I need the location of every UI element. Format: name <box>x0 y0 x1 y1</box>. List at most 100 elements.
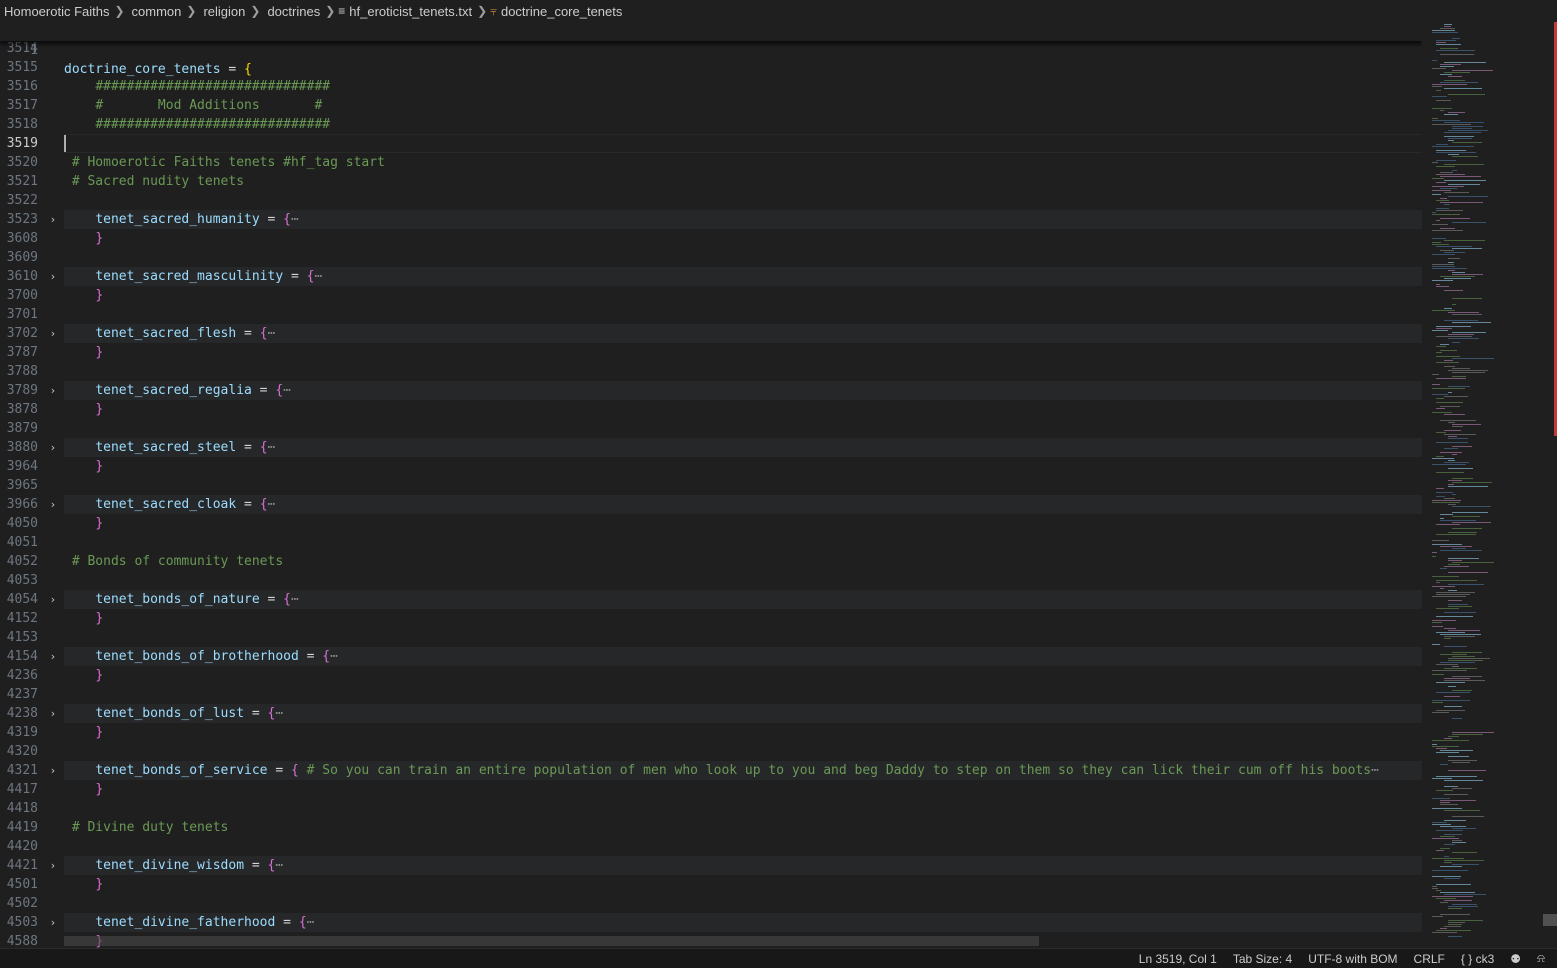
code-line[interactable]: 3521 # Sacred nudity tenets <box>0 172 1422 191</box>
code-line[interactable]: 3787 } <box>0 343 1422 362</box>
cursor-position[interactable]: Ln 3519, Col 1 <box>1131 952 1225 966</box>
code-line[interactable]: 4502 <box>0 894 1422 913</box>
encoding[interactable]: UTF-8 with BOM <box>1300 952 1405 966</box>
horizontal-scrollbar[interactable] <box>64 936 1039 946</box>
fold-chevron-icon[interactable]: › <box>46 704 60 723</box>
fold-chevron-icon[interactable]: › <box>46 324 60 343</box>
tab-size[interactable]: Tab Size: 4 <box>1225 952 1300 966</box>
folded-ellipsis[interactable]: ⋯ <box>307 915 315 930</box>
fold-chevron-icon[interactable]: › <box>46 267 60 286</box>
code-line[interactable]: 3788 <box>0 362 1422 381</box>
code-line[interactable]: 4152 } <box>0 609 1422 628</box>
folded-ellipsis[interactable]: ⋯ <box>275 706 283 721</box>
minimap-stroke <box>1444 638 1451 639</box>
minimap-stroke <box>1448 558 1479 559</box>
minimap-stroke <box>1444 894 1486 895</box>
code-line[interactable]: 4417 } <box>0 780 1422 799</box>
code-line[interactable]: 3608 } <box>0 229 1422 248</box>
folded-ellipsis[interactable]: ⋯ <box>275 858 283 873</box>
fold-chevron-icon[interactable]: › <box>46 913 60 932</box>
folded-ellipsis[interactable]: ⋯ <box>1371 763 1379 778</box>
breadcrumb-item-homoerotic-faiths[interactable]: Homoerotic Faiths <box>0 4 109 19</box>
code-line[interactable]: 4051 <box>0 533 1422 552</box>
minimap-stroke <box>1452 446 1472 447</box>
code-line[interactable]: 3966 › tenet_sacred_cloak = {⋯ <box>0 495 1422 514</box>
code-line[interactable]: 3516 ############################## <box>0 77 1422 96</box>
code-line[interactable]: 4237 <box>0 685 1422 704</box>
end-of-line[interactable]: CRLF <box>1406 952 1453 966</box>
code-line[interactable]: 3702 › tenet_sacred_flesh = {⋯ <box>0 324 1422 343</box>
code-line[interactable]: 4052 # Bonds of community tenets <box>0 552 1422 571</box>
code-line[interactable]: 4236 } <box>0 666 1422 685</box>
language-mode[interactable]: { } ck3 <box>1453 952 1502 966</box>
breadcrumb-item-common[interactable]: common <box>128 4 182 19</box>
code-line[interactable]: 4321 › tenet_bonds_of_service = { # So yo… <box>0 761 1422 780</box>
code-line[interactable]: 4418 <box>0 799 1422 818</box>
fold-chevron-icon[interactable]: › <box>46 381 60 400</box>
folded-ellipsis[interactable]: ⋯ <box>291 592 299 607</box>
code-line[interactable]: 3523 › tenet_sacred_humanity = {⋯ <box>0 210 1422 229</box>
breadcrumb: Homoerotic Faiths ❯ common ❯ religion ❯ … <box>0 0 1557 22</box>
code-line[interactable]: 3879 <box>0 419 1422 438</box>
code-line[interactable]: 4503 › tenet_divine_fatherhood = {⋯ <box>0 913 1422 932</box>
folded-ellipsis[interactable]: ⋯ <box>330 649 338 664</box>
code-line[interactable]: 4054 › tenet_bonds_of_nature = {⋯ <box>0 590 1422 609</box>
code-line[interactable]: 3517 # Mod Additions # <box>0 96 1422 115</box>
code-line[interactable]: 3700 } <box>0 286 1422 305</box>
minimap[interactable] <box>1422 22 1557 948</box>
fold-chevron-icon[interactable]: › <box>46 438 60 457</box>
bell-icon[interactable]: ⍾ <box>1529 951 1557 966</box>
breadcrumb-item-religion[interactable]: religion <box>199 4 245 19</box>
code-line[interactable]: 4420 <box>0 837 1422 856</box>
code-lines[interactable]: 3513 }351435153516 #####################… <box>0 22 1422 948</box>
open-brace: { <box>290 763 299 778</box>
minimap-stroke <box>1444 738 1452 739</box>
folded-ellipsis[interactable]: ⋯ <box>268 497 276 512</box>
code-line[interactable]: 3878 } <box>0 400 1422 419</box>
code-line[interactable]: 3522 <box>0 191 1422 210</box>
code-line[interactable]: 4421 › tenet_divine_wisdom = {⋯ <box>0 856 1422 875</box>
sticky-scroll-header[interactable]: 1 doctrine_core_tenets = { <box>0 22 1422 77</box>
minimap-stroke <box>1444 320 1478 321</box>
folded-ellipsis[interactable]: ⋯ <box>314 269 322 284</box>
fold-chevron-icon[interactable]: › <box>46 761 60 780</box>
fold-chevron-icon[interactable]: › <box>46 210 60 229</box>
breadcrumb-file[interactable]: hf_eroticist_tenets.txt <box>349 4 472 19</box>
code-editor[interactable]: 1 doctrine_core_tenets = { 3513 }3514351… <box>0 22 1422 948</box>
fold-chevron-icon[interactable]: › <box>46 590 60 609</box>
code-text: tenet_sacred_steel = {⋯ <box>64 438 275 457</box>
fold-chevron-icon[interactable]: › <box>46 647 60 666</box>
code-line[interactable]: 4320 <box>0 742 1422 761</box>
code-line[interactable]: 4153 <box>0 628 1422 647</box>
folded-ellipsis[interactable]: ⋯ <box>268 440 276 455</box>
fold-chevron-icon[interactable]: › <box>46 495 60 514</box>
breadcrumb-item-doctrines[interactable]: doctrines <box>263 4 320 19</box>
code-line[interactable]: 4050 } <box>0 514 1422 533</box>
code-line[interactable]: 3880 › tenet_sacred_steel = {⋯ <box>0 438 1422 457</box>
folded-ellipsis[interactable]: ⋯ <box>268 326 276 341</box>
code-line[interactable]: 3610 › tenet_sacred_masculinity = {⋯ <box>0 267 1422 286</box>
code-line[interactable]: 3964 } <box>0 457 1422 476</box>
code-line[interactable]: 4053 <box>0 571 1422 590</box>
folded-ellipsis[interactable]: ⋯ <box>291 212 299 227</box>
code-line[interactable]: 4319 } <box>0 723 1422 742</box>
code-line[interactable]: 3520 # Homoerotic Faiths tenets #hf_tag … <box>0 153 1422 172</box>
line-number: 4417 <box>6 782 38 797</box>
code-line[interactable]: 3518 ############################## <box>0 115 1422 134</box>
code-line[interactable]: 4419 # Divine duty tenets <box>0 818 1422 837</box>
fold-chevron-icon[interactable]: › <box>46 856 60 875</box>
code-line[interactable]: 3965 <box>0 476 1422 495</box>
code-line[interactable]: 4154 › tenet_bonds_of_brotherhood = {⋯ <box>0 647 1422 666</box>
minimap-stroke <box>1452 732 1494 733</box>
copilot-icon[interactable]: ⚉ <box>1502 952 1529 966</box>
code-line[interactable]: 3519 <box>0 134 1422 153</box>
open-brace: { <box>298 915 307 930</box>
code-line[interactable]: 3514 <box>0 39 1422 58</box>
code-line[interactable]: 4238 › tenet_bonds_of_lust = {⋯ <box>0 704 1422 723</box>
code-line[interactable]: 4501 } <box>0 875 1422 894</box>
code-line[interactable]: 3609 <box>0 248 1422 267</box>
code-line[interactable]: 3789 › tenet_sacred_regalia = {⋯ <box>0 381 1422 400</box>
folded-ellipsis[interactable]: ⋯ <box>283 383 291 398</box>
breadcrumb-symbol[interactable]: doctrine_core_tenets <box>501 4 622 19</box>
code-line[interactable]: 3701 <box>0 305 1422 324</box>
